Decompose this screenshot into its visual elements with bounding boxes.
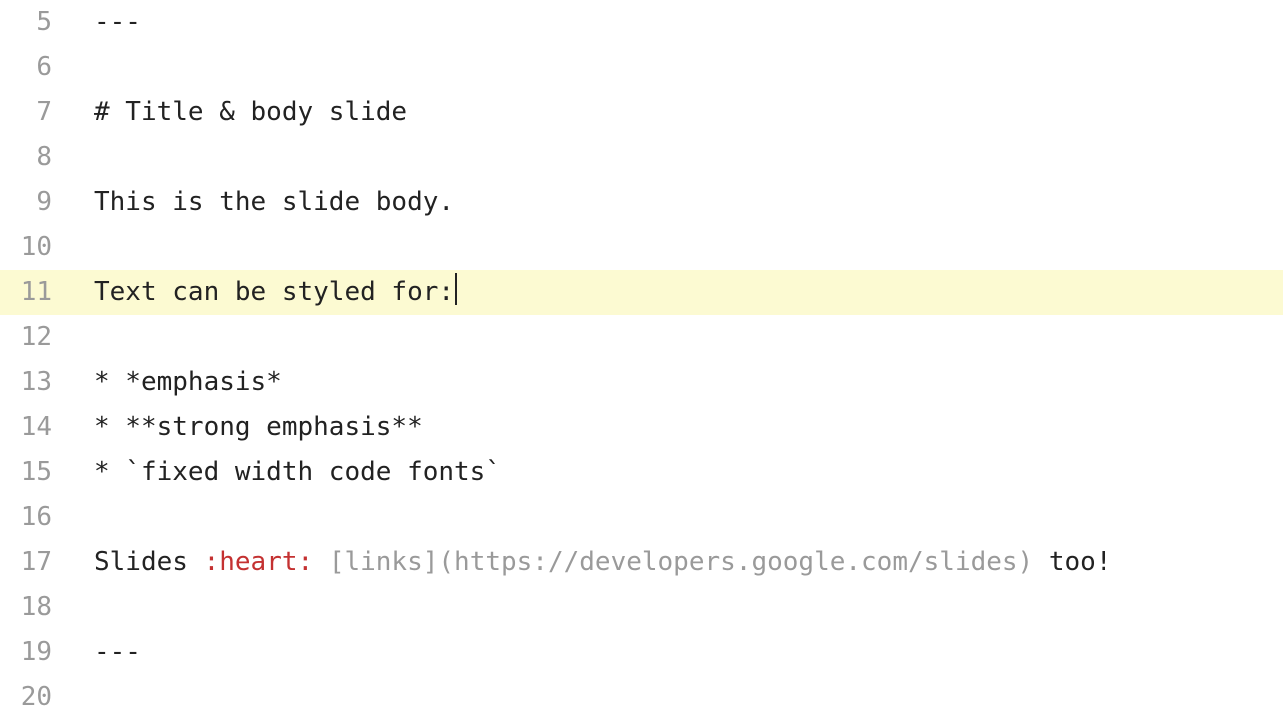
line-content[interactable]: --- — [72, 630, 1283, 675]
code-span: --- — [94, 637, 141, 667]
code-span: Text can be styled for: — [94, 277, 454, 307]
editor-line[interactable]: 6 — [0, 45, 1283, 90]
line-number: 13 — [0, 360, 72, 405]
code-span — [313, 547, 329, 577]
code-span: :heart: — [204, 547, 314, 577]
line-number: 17 — [0, 540, 72, 585]
line-number: 8 — [0, 135, 72, 180]
code-span: too! — [1033, 547, 1111, 577]
editor-line[interactable]: 7 # Title & body slide — [0, 90, 1283, 135]
line-number: 16 — [0, 495, 72, 540]
line-number: 20 — [0, 675, 72, 720]
editor-line[interactable]: 15 * `fixed width code fonts` — [0, 450, 1283, 495]
line-content[interactable]: * **strong emphasis** — [72, 405, 1283, 450]
editor-line[interactable]: 19 --- — [0, 630, 1283, 675]
line-number: 18 — [0, 585, 72, 630]
editor-line[interactable]: 10 — [0, 225, 1283, 270]
line-content[interactable]: Slides :heart: [links](https://developer… — [72, 540, 1283, 585]
editor-line[interactable]: 11 Text can be styled for: — [0, 270, 1283, 315]
line-number: 6 — [0, 45, 72, 90]
editor-line[interactable]: 8 — [0, 135, 1283, 180]
line-content[interactable]: --- — [72, 0, 1283, 45]
text-cursor — [455, 273, 457, 305]
code-span: * **strong emphasis** — [94, 412, 423, 442]
code-span: [links](https://developers.google.com/sl… — [329, 547, 1033, 577]
editor-line[interactable]: 20 — [0, 675, 1283, 720]
editor-line[interactable]: 5 --- — [0, 0, 1283, 45]
line-number: 10 — [0, 225, 72, 270]
code-span: # Title & body slide — [94, 97, 407, 127]
line-content[interactable]: # Title & body slide — [72, 90, 1283, 135]
code-span: --- — [94, 7, 141, 37]
editor-line[interactable]: 17Slides :heart: [links](https://develop… — [0, 540, 1283, 585]
line-number: 15 — [0, 450, 72, 495]
line-content[interactable]: Text can be styled for: — [72, 270, 1283, 315]
line-content[interactable]: This is the slide body. — [72, 180, 1283, 225]
code-span: * `fixed width code fonts` — [94, 457, 501, 487]
code-editor[interactable]: 5 --- 67 # Title & body slide 89 This is the … — [0, 0, 1283, 720]
line-number: 11 — [0, 270, 72, 315]
editor-line[interactable]: 9 This is the slide body. — [0, 180, 1283, 225]
editor-line[interactable]: 16 — [0, 495, 1283, 540]
line-number: 14 — [0, 405, 72, 450]
line-number: 19 — [0, 630, 72, 675]
editor-line[interactable]: 14 * **strong emphasis** — [0, 405, 1283, 450]
line-content[interactable]: * *emphasis* — [72, 360, 1283, 405]
editor-line[interactable]: 18 — [0, 585, 1283, 630]
editor-line[interactable]: 12 — [0, 315, 1283, 360]
code-span: Slides — [94, 547, 204, 577]
code-span: This is the slide body. — [94, 187, 454, 217]
code-span: * *emphasis* — [94, 367, 282, 397]
editor-line[interactable]: 13 * *emphasis* — [0, 360, 1283, 405]
line-number: 12 — [0, 315, 72, 360]
line-number: 7 — [0, 90, 72, 135]
line-number: 9 — [0, 180, 72, 225]
line-number: 5 — [0, 0, 72, 45]
line-content[interactable]: * `fixed width code fonts` — [72, 450, 1283, 495]
